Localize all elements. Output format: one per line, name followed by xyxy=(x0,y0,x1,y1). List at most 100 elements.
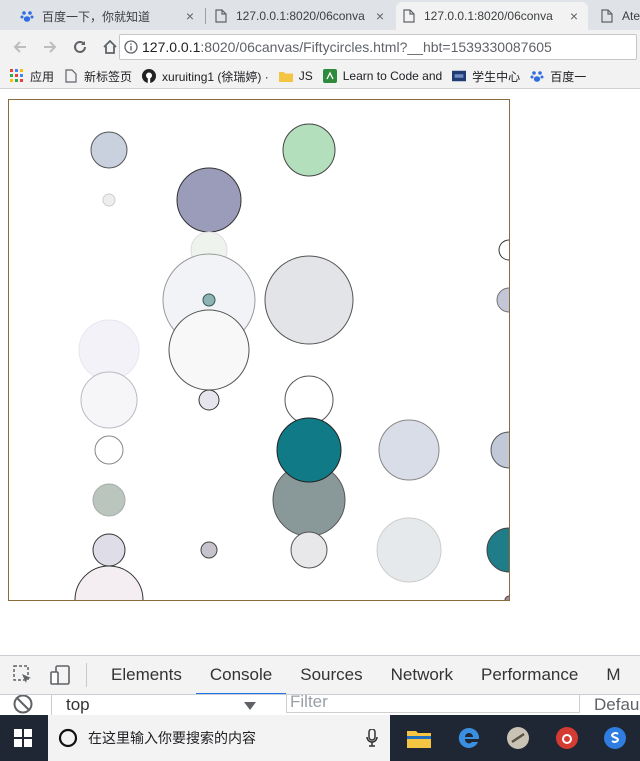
tab-title: 127.0.0.1:8020/06conva xyxy=(236,9,365,23)
sogou-input-icon[interactable] xyxy=(600,723,630,753)
bookmark-label: JS xyxy=(298,69,313,83)
context-value: top xyxy=(66,695,90,714)
page-icon xyxy=(402,9,416,23)
info-icon[interactable] xyxy=(120,40,142,54)
bookmark-new-tab[interactable]: 新标签页 xyxy=(64,68,132,85)
baidu-paw-icon xyxy=(530,69,544,83)
tab-close-icon[interactable]: × xyxy=(182,8,198,24)
tab-active[interactable]: 127.0.0.1:8020/06conva × xyxy=(396,2,588,30)
cortana-circle-icon xyxy=(58,728,78,748)
app-gray-icon[interactable] xyxy=(503,723,533,753)
context-selector[interactable]: top xyxy=(66,695,256,715)
devtools-tab-network[interactable]: Network xyxy=(377,656,467,694)
canvas-circle xyxy=(378,419,440,481)
canvas-circle xyxy=(80,371,138,429)
canvas-circle xyxy=(102,193,116,207)
page-content xyxy=(0,89,640,655)
canvas-circle xyxy=(74,565,144,600)
folder-icon xyxy=(278,69,293,83)
divider xyxy=(51,695,52,715)
address-bar[interactable]: 127.0.0.1:8020/06canvas/Fiftycircles.htm… xyxy=(119,34,637,60)
search-placeholder: 在这里输入你要搜索的内容 xyxy=(88,730,256,746)
canvas-circle xyxy=(290,531,328,569)
device-toolbar-icon[interactable] xyxy=(46,660,76,690)
canvas-circle xyxy=(276,417,342,483)
tab-partial[interactable]: Ate xyxy=(594,2,640,30)
canvas-circle xyxy=(92,483,126,517)
bookmark-label: 学生中心 xyxy=(472,69,521,84)
taskbar-search-box[interactable]: 在这里输入你要搜索的内容 xyxy=(48,715,390,761)
code-icon xyxy=(322,69,337,83)
bookmark-apps[interactable]: 应用 xyxy=(10,68,54,85)
bookmark-github[interactable]: xuruiting1 (徐瑞婷) · xyxy=(142,68,269,85)
tab-page[interactable]: 127.0.0.1:8020/06conva × xyxy=(208,2,394,30)
devtools-tab-performance[interactable]: Performance xyxy=(467,656,592,694)
canvas-circle xyxy=(264,255,354,345)
canvas-circle xyxy=(282,123,336,177)
forward-arrow-icon[interactable] xyxy=(36,33,64,61)
bookmark-student-center[interactable]: 学生中心 xyxy=(452,68,520,85)
dropdown-arrow-icon xyxy=(244,695,256,715)
circles-canvas[interactable] xyxy=(8,99,510,601)
canvas-circle xyxy=(78,319,140,381)
devtools-tab-console[interactable]: Console xyxy=(195,656,287,694)
devtools-tab-sources[interactable]: Sources xyxy=(286,656,376,694)
canvas-circle xyxy=(92,533,126,567)
bookmark-label: xuruiting1 (徐瑞婷) · xyxy=(162,69,269,84)
divider xyxy=(86,663,87,687)
tab-close-icon[interactable]: × xyxy=(372,8,388,24)
windows-start-icon[interactable] xyxy=(14,729,32,752)
canvas-circle xyxy=(486,527,509,573)
canvas-circle xyxy=(94,435,124,465)
reload-icon[interactable] xyxy=(66,33,94,61)
file-explorer-icon[interactable] xyxy=(404,723,434,753)
tab-title: 127.0.0.1:8020/06conva xyxy=(424,9,553,23)
edge-browser-icon[interactable] xyxy=(454,723,484,753)
bookmark-js[interactable]: JS xyxy=(278,69,313,83)
devtools-tab-elements[interactable]: Elements xyxy=(97,656,196,694)
bookmark-learn-to-code[interactable]: Learn to Code and xyxy=(322,69,442,83)
browser-toolbar: 127.0.0.1:8020/06canvas/Fiftycircles.htm… xyxy=(0,30,640,64)
inspect-element-icon[interactable] xyxy=(8,660,38,690)
tab-strip: 百度一下，你就知道 × 127.0.0.1:8020/06conva × 127… xyxy=(0,0,640,30)
tab-separator xyxy=(205,8,206,24)
canvas-circle xyxy=(176,167,242,233)
clear-console-icon[interactable] xyxy=(12,695,34,715)
bookmarks-bar: 应用 新标签页 xuruiting1 (徐瑞婷) · JS Learn to C… xyxy=(0,64,640,89)
filter-input[interactable]: Filter xyxy=(286,695,580,713)
canvas-circle xyxy=(198,389,220,411)
tab-baidu[interactable]: 百度一下，你就知道 × xyxy=(14,2,204,30)
tab-title: 百度一下，你就知道 xyxy=(42,9,151,24)
canvas-circle xyxy=(200,541,218,559)
canvas-circle xyxy=(90,131,128,169)
canvas-circle xyxy=(284,375,334,425)
canvas-circle xyxy=(376,517,442,583)
microphone-icon[interactable] xyxy=(366,728,378,750)
netease-music-icon[interactable] xyxy=(552,723,582,753)
bookmark-label: 新标签页 xyxy=(84,69,133,84)
canvas-circle xyxy=(490,431,509,469)
bookmark-label: 应用 xyxy=(30,69,55,84)
console-toolbar: top Filter Defau xyxy=(0,695,640,715)
url-path: :8020/06canvas/Fiftycircles.html?__hbt=1… xyxy=(200,39,552,55)
page-icon xyxy=(64,69,78,83)
school-icon xyxy=(452,69,467,83)
bookmark-baidu[interactable]: 百度一 xyxy=(530,68,586,85)
canvas-circle xyxy=(202,293,216,307)
devtools-tab-more[interactable]: M xyxy=(592,656,634,694)
back-arrow-icon[interactable] xyxy=(6,33,34,61)
log-levels-dropdown[interactable]: Defau xyxy=(594,695,639,715)
windows-taskbar: 在这里输入你要搜索的内容 xyxy=(0,715,640,761)
url-host: 127.0.0.1 xyxy=(142,39,201,55)
tab-title: Ate xyxy=(622,9,640,23)
canvas-circle xyxy=(168,309,250,391)
github-icon xyxy=(142,69,157,83)
baidu-paw-icon xyxy=(20,9,34,23)
bookmark-label: 百度一 xyxy=(550,69,587,84)
page-icon xyxy=(600,9,614,23)
page-icon xyxy=(214,9,228,23)
canvas-circle xyxy=(498,239,509,261)
tab-close-icon[interactable]: × xyxy=(566,8,582,24)
canvas-circle xyxy=(496,287,509,313)
apps-grid-icon xyxy=(10,69,24,83)
